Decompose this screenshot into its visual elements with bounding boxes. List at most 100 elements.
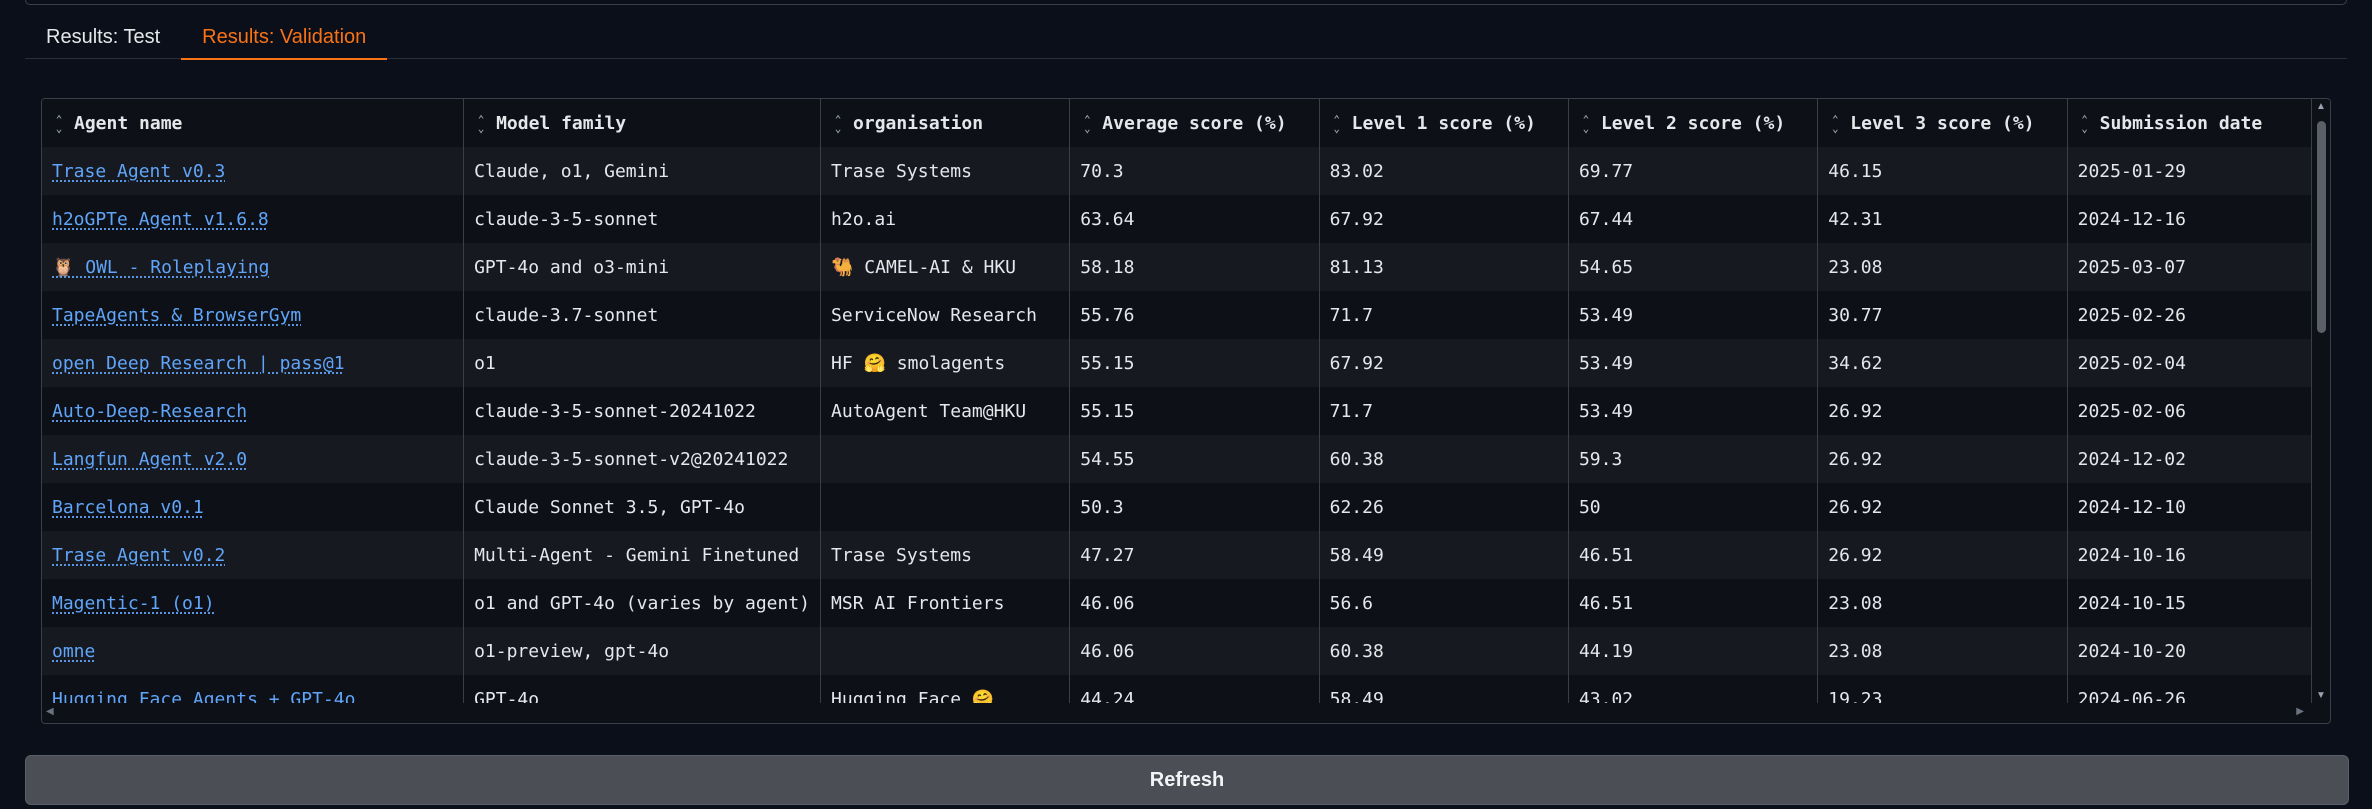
table-cell: claude-3-5-sonnet-20241022 (463, 387, 822, 435)
agent-link[interactable]: Barcelona v0.1 (52, 497, 204, 518)
agent-link[interactable]: Hugging Face Agents + GPT-4o (52, 689, 355, 704)
sort-icon[interactable]: ⌃ ⌄ (1330, 114, 1344, 134)
table-cell: 2024-10-15 (2067, 579, 2312, 627)
table-cell: 83.02 (1319, 147, 1569, 195)
agent-link[interactable]: open Deep Research | pass@1 (52, 353, 345, 374)
agent-link[interactable]: h2oGPTe Agent v1.6.8 (52, 209, 269, 230)
agent-link[interactable]: Langfun Agent v2.0 (52, 449, 247, 470)
table-cell: 60.38 (1319, 435, 1569, 483)
results-table: ⌃ ⌄ Agent name ⌃ ⌄ Model family ⌃ ⌄ organisation… (42, 99, 2312, 703)
agent-link[interactable]: Trase Agent v0.3 (52, 161, 225, 182)
table-cell: claude-3.7-sonnet (463, 291, 822, 339)
column-header[interactable]: ⌃ ⌄ Level 2 score (%) (1568, 99, 1819, 147)
column-header[interactable]: ⌃ ⌄ Submission date (2067, 99, 2312, 147)
table-cell: 2024-10-16 (2067, 531, 2312, 579)
refresh-button[interactable]: Refresh (25, 755, 2349, 805)
table-cell: 47.27 (1069, 531, 1320, 579)
table-cell: 55.76 (1069, 291, 1320, 339)
table-cell: 2024-06-26 (2067, 675, 2312, 703)
table-cell: Barcelona v0.1 (42, 483, 465, 531)
table-cell: Trase Agent v0.3 (42, 147, 465, 195)
table-cell: 2024-12-10 (2067, 483, 2312, 531)
sort-icon[interactable]: ⌃ ⌄ (831, 114, 845, 134)
table-cell: Hugging Face Agents + GPT-4o (42, 675, 465, 704)
table-cell: 71.7 (1319, 387, 1569, 435)
table-cell: open Deep Research | pass@1 (42, 339, 465, 387)
table-cell: HF 🤗 smolagents (820, 339, 1071, 387)
agent-link[interactable]: Magentic-1 (o1) (52, 593, 215, 614)
agent-link[interactable]: Trase Agent v0.2 (52, 545, 225, 566)
agent-link[interactable]: 🦉 OWL - Roleplaying (52, 257, 269, 278)
column-header[interactable]: ⌃ ⌄ Level 1 score (%) (1319, 99, 1569, 147)
column-header[interactable]: ⌃ ⌄ Agent name (42, 99, 465, 147)
table-cell: 55.15 (1069, 387, 1320, 435)
table-cell: Claude Sonnet 3.5, GPT-4o (463, 483, 822, 531)
table-cell: o1-preview, gpt-4o (463, 627, 822, 675)
table-row: Trase Agent v0.2 Multi-Agent - Gemini Fin… (42, 531, 2312, 579)
table-cell: 53.49 (1568, 291, 1819, 339)
table-cell: Langfun Agent v2.0 (42, 435, 465, 483)
column-header[interactable]: ⌃ ⌄ organisation (820, 99, 1071, 147)
table-cell: Hugging Face 🤗 (820, 675, 1071, 703)
table-cell: 60.38 (1319, 627, 1569, 675)
table-cell: 53.49 (1568, 339, 1819, 387)
table-cell: 26.92 (1817, 483, 2068, 531)
table-cell: 46.06 (1069, 579, 1320, 627)
chevron-up-icon[interactable]: ▲ (2315, 101, 2327, 112)
table-cell: 44.24 (1069, 675, 1320, 703)
table-cell: Trase Agent v0.2 (42, 531, 465, 579)
sort-icon[interactable]: ⌃ ⌄ (52, 114, 66, 134)
table-cell: Trase Systems (820, 147, 1071, 195)
column-header[interactable]: ⌃ ⌄ Level 3 score (%) (1817, 99, 2068, 147)
table-cell: claude-3-5-sonnet (463, 195, 822, 243)
column-header-label: Model family (496, 112, 627, 134)
column-header-label: Level 3 score (%) (1850, 112, 2035, 134)
column-header-label: Average score (%) (1102, 112, 1287, 134)
table-cell: 71.7 (1319, 291, 1569, 339)
table-cell: 58.49 (1319, 675, 1569, 703)
table-viewport: ⌃ ⌄ Agent name ⌃ ⌄ Model family ⌃ ⌄ organisation… (42, 99, 2312, 703)
sort-icon[interactable]: ⌃ ⌄ (474, 114, 488, 134)
leaderboard-table: ⌃ ⌄ Agent name ⌃ ⌄ Model family ⌃ ⌄ organisation… (41, 98, 2331, 724)
table-cell: Claude, o1, Gemini (463, 147, 822, 195)
sort-icon[interactable]: ⌃ ⌄ (1080, 114, 1094, 134)
table-cell: 50.3 (1069, 483, 1320, 531)
table-cell: 🦉 OWL - Roleplaying (42, 243, 465, 291)
table-cell: Trase Systems (820, 531, 1071, 579)
table-cell: 2024-10-20 (2067, 627, 2312, 675)
table-cell: 55.15 (1069, 339, 1320, 387)
table-cell: TapeAgents & BrowserGym (42, 291, 465, 339)
table-cell: 67.92 (1319, 339, 1569, 387)
table-cell: MSR AI Frontiers (820, 579, 1071, 627)
column-header[interactable]: ⌃ ⌄ Model family (463, 99, 822, 147)
chevron-right-icon[interactable]: ▶ (2296, 706, 2304, 717)
agent-link[interactable]: omne (52, 641, 95, 662)
table-cell: 70.3 (1069, 147, 1320, 195)
tab-results-validation[interactable]: Results: Validation (181, 22, 388, 60)
vertical-scrollbar[interactable]: ▲ ▼ (2312, 99, 2330, 703)
table-cell: 59.3 (1568, 435, 1819, 483)
column-header[interactable]: ⌃ ⌄ Average score (%) (1069, 99, 1320, 147)
table-cell: 2025-03-07 (2067, 243, 2312, 291)
sort-icon[interactable]: ⌃ ⌄ (1828, 114, 1842, 134)
table-cell: 42.31 (1817, 195, 2068, 243)
sort-icon[interactable]: ⌃ ⌄ (1579, 114, 1593, 134)
table-cell (820, 435, 1071, 483)
horizontal-scrollbar[interactable]: ◀ ▶ (42, 703, 2312, 723)
sort-icon[interactable]: ⌃ ⌄ (2078, 114, 2092, 134)
tab-results-test[interactable]: Results: Test (25, 22, 181, 58)
table-cell: 46.51 (1568, 531, 1819, 579)
chevron-left-icon[interactable]: ◀ (46, 706, 54, 717)
table-cell: h2o.ai (820, 195, 1071, 243)
table-cell: 54.65 (1568, 243, 1819, 291)
scroll-thumb[interactable] (2317, 121, 2326, 333)
top-panel-edge (25, 0, 2347, 5)
chevron-down-icon[interactable]: ▼ (2315, 690, 2327, 701)
agent-link[interactable]: TapeAgents & BrowserGym (52, 305, 301, 326)
agent-link[interactable]: Auto-Deep-Research (52, 401, 247, 422)
table-cell: 26.92 (1817, 387, 2068, 435)
table-row: Trase Agent v0.3 Claude, o1, Gemini Trase … (42, 147, 2312, 195)
table-cell: 81.13 (1319, 243, 1569, 291)
table-cell: 26.92 (1817, 435, 2068, 483)
table-cell: 46.15 (1817, 147, 2068, 195)
